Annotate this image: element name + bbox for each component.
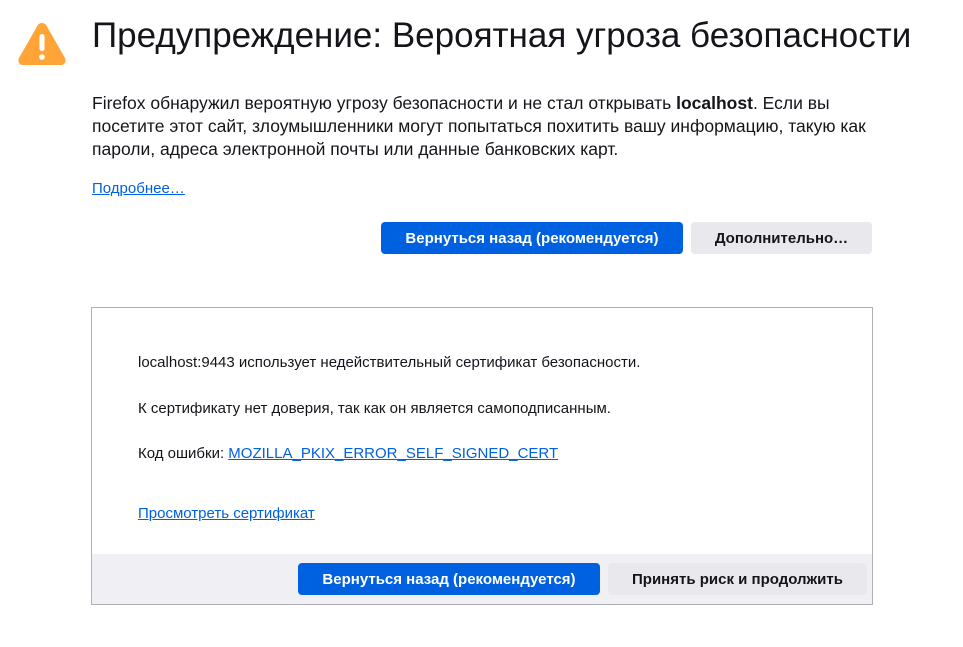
error-code-label: Код ошибки:	[138, 445, 229, 462]
invalid-cert-text: localhost:9443 использует недействительн…	[138, 354, 641, 371]
advanced-panel: localhost:9443 использует недействительн…	[91, 307, 873, 605]
accept-risk-button[interactable]: Принять риск и продолжить	[608, 563, 867, 595]
error-code-link[interactable]: MOZILLA_PKIX_ERROR_SELF_SIGNED_CERT	[228, 445, 558, 462]
view-certificate-link[interactable]: Просмотреть сертификат	[138, 505, 315, 522]
intro-host: localhost	[676, 93, 753, 113]
panel-footer: Вернуться назад (рекомендуется) Принять …	[92, 554, 872, 604]
panel-go-back-button[interactable]: Вернуться назад (рекомендуется)	[298, 563, 600, 595]
error-code-line: Код ошибки: MOZILLA_PKIX_ERROR_SELF_SIGN…	[138, 445, 558, 462]
learn-more-link[interactable]: Подробнее…	[92, 180, 185, 197]
intro-before: Firefox обнаружил вероятную угрозу безоп…	[92, 93, 677, 113]
warning-triangle-icon	[18, 23, 66, 65]
go-back-button[interactable]: Вернуться назад (рекомендуется)	[381, 222, 683, 254]
intro-text: Firefox обнаружил вероятную угрозу безоп…	[92, 92, 872, 161]
page-title: Предупреждение: Вероятная угроза безопас…	[92, 16, 912, 55]
advanced-button[interactable]: Дополнительно…	[691, 222, 872, 254]
self-signed-text: К сертификату нет доверия, так как он яв…	[138, 400, 611, 417]
